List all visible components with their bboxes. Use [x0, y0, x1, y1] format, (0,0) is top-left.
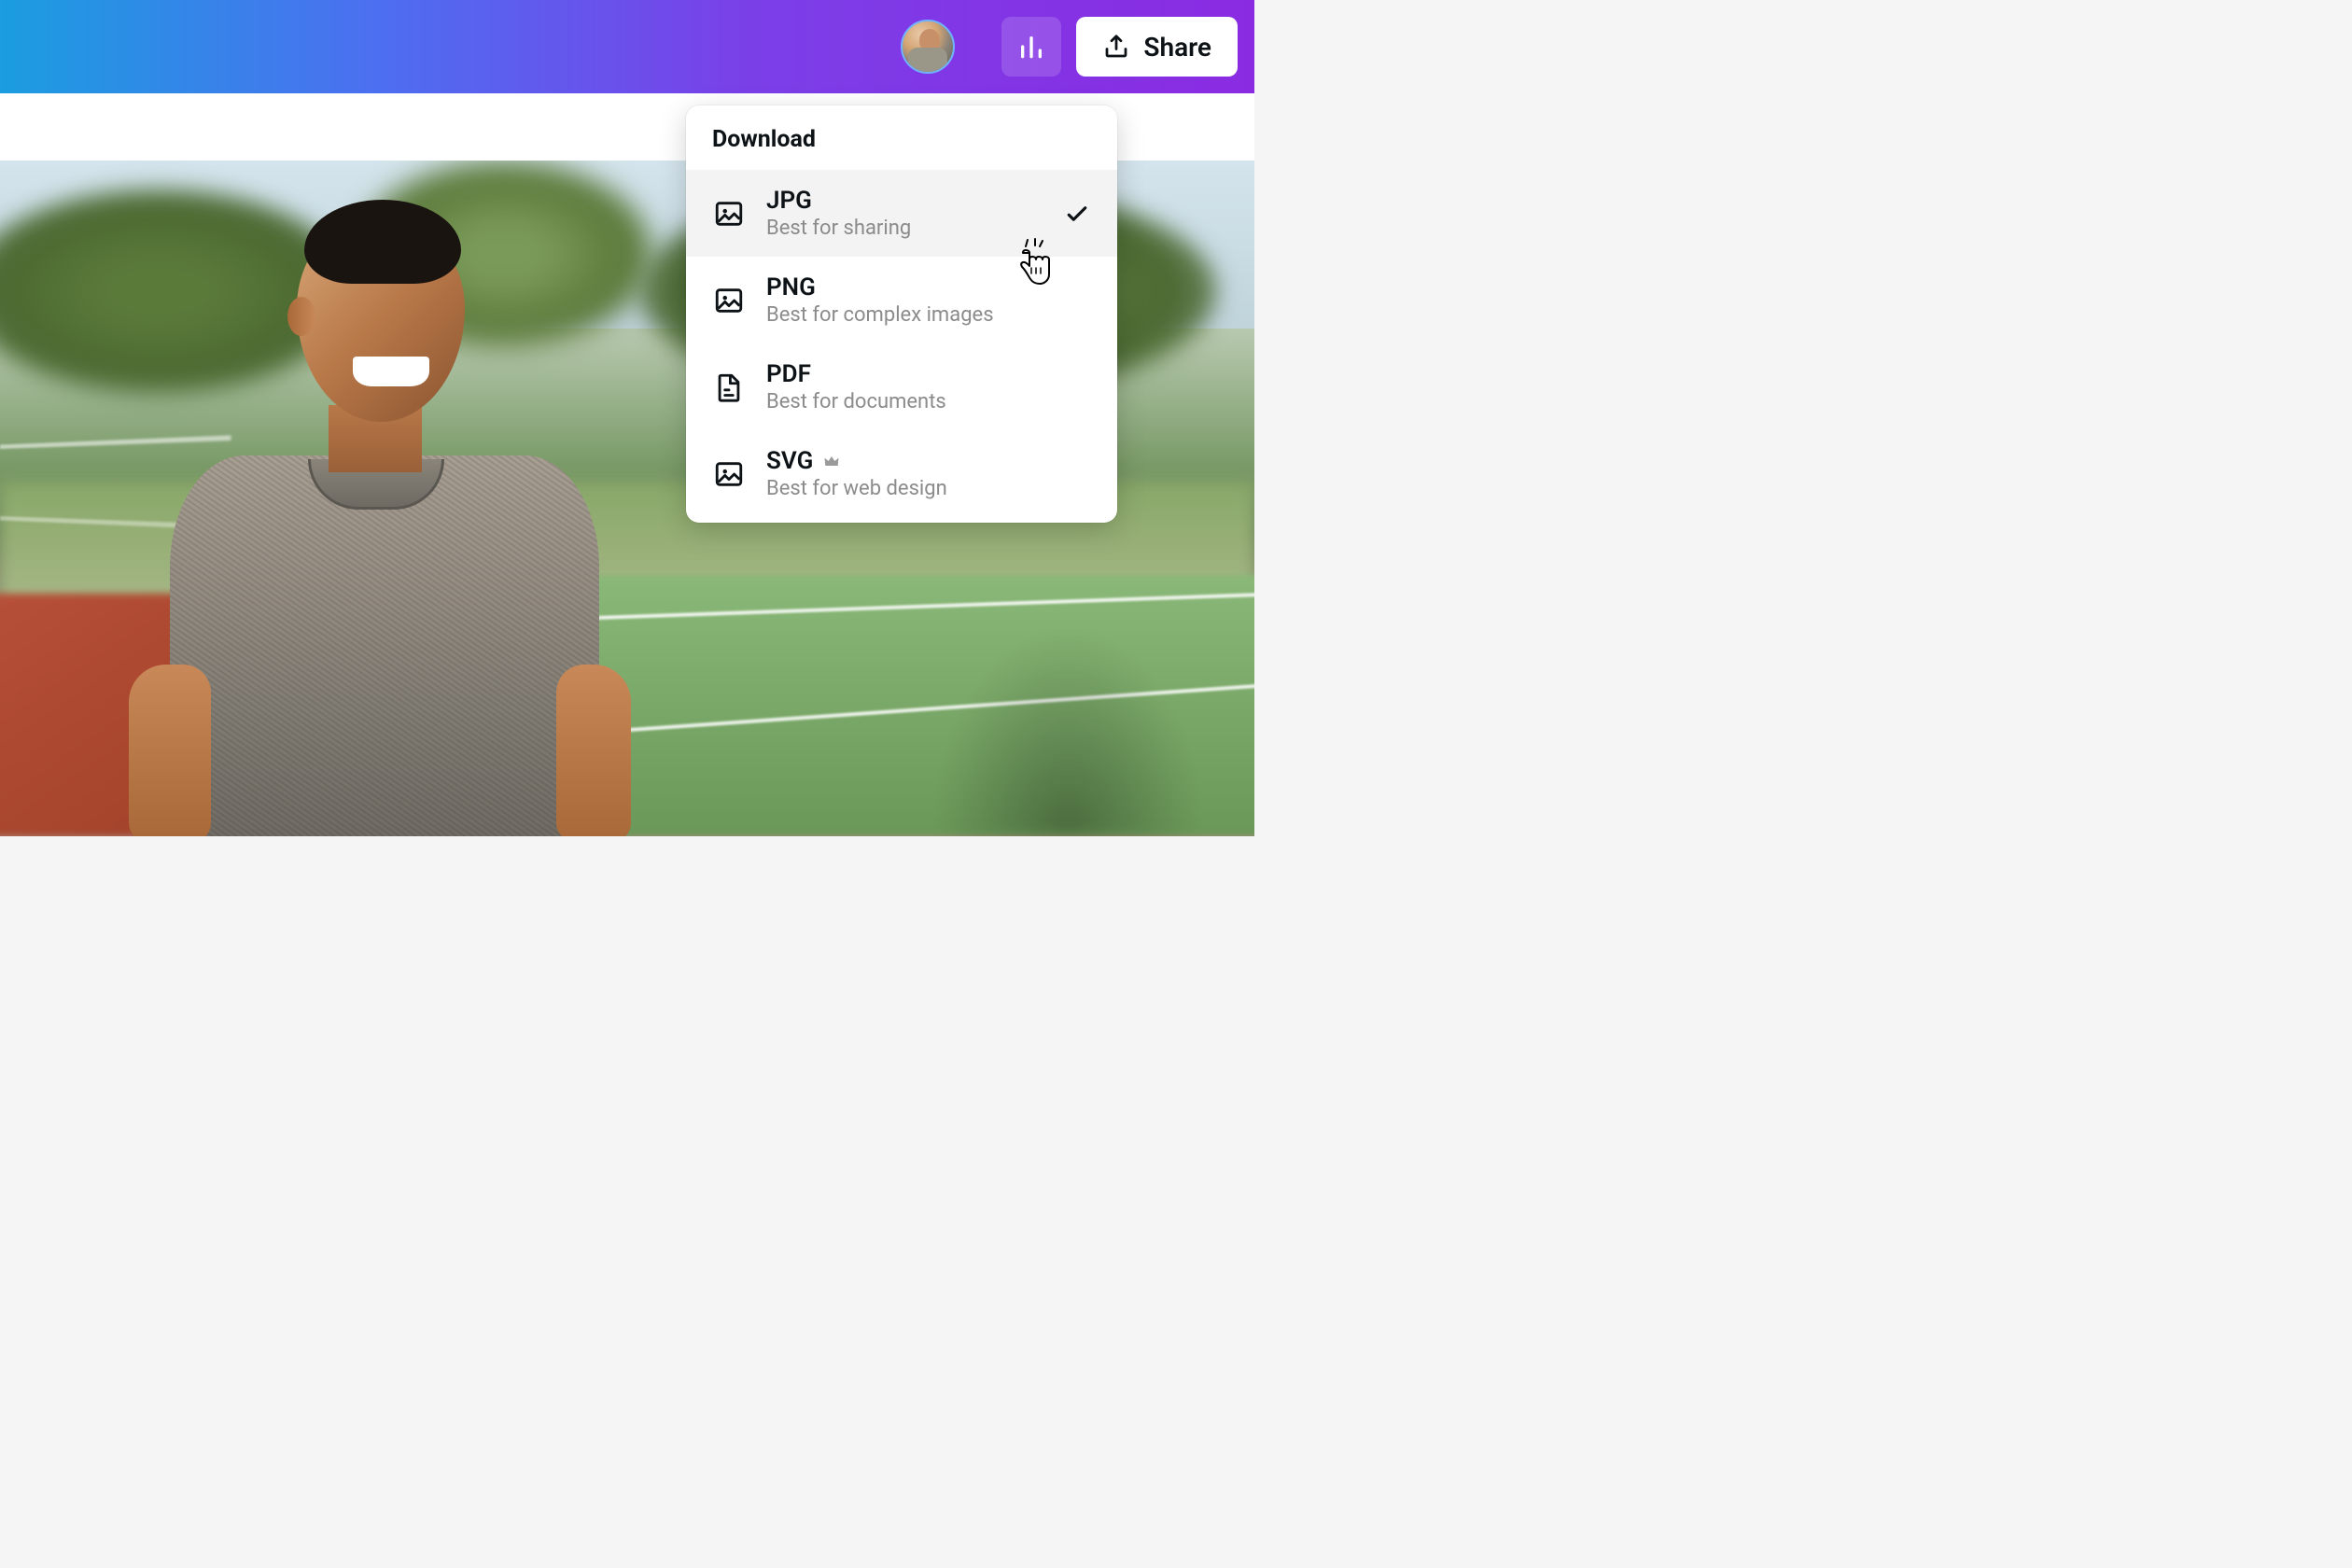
option-subtitle: Best for complex images — [766, 303, 1091, 327]
dropdown-title: Download — [686, 105, 1117, 170]
document-icon — [712, 371, 746, 404]
upload-icon — [1102, 33, 1130, 61]
app-header: Share — [0, 0, 1254, 93]
image-icon — [712, 197, 746, 231]
option-subtitle: Best for sharing — [766, 217, 1043, 240]
share-button[interactable]: Share — [1076, 17, 1238, 77]
option-label: PDF — [766, 360, 1091, 388]
option-label: PNG — [766, 273, 1091, 301]
check-icon — [1063, 200, 1091, 228]
image-icon — [712, 284, 746, 317]
crown-icon — [822, 452, 841, 470]
option-label: JPG — [766, 187, 1043, 215]
download-option-svg[interactable]: SVG Best for web design — [686, 430, 1117, 523]
download-option-png[interactable]: PNG Best for complex images — [686, 257, 1117, 343]
image-icon — [712, 457, 746, 491]
option-subtitle: Best for web design — [766, 477, 1091, 500]
bar-chart-icon — [1016, 32, 1046, 62]
option-subtitle: Best for documents — [766, 390, 1091, 413]
analytics-button[interactable] — [1001, 17, 1061, 77]
download-dropdown: Download JPG Best for sharing PNG Best f… — [686, 105, 1117, 523]
download-option-jpg[interactable]: JPG Best for sharing — [686, 170, 1117, 257]
photo-subject — [131, 179, 635, 836]
user-avatar[interactable] — [901, 20, 955, 74]
option-label: SVG — [766, 447, 813, 475]
avatar-group — [901, 20, 987, 74]
share-label: Share — [1143, 32, 1211, 63]
download-option-pdf[interactable]: PDF Best for documents — [686, 343, 1117, 430]
